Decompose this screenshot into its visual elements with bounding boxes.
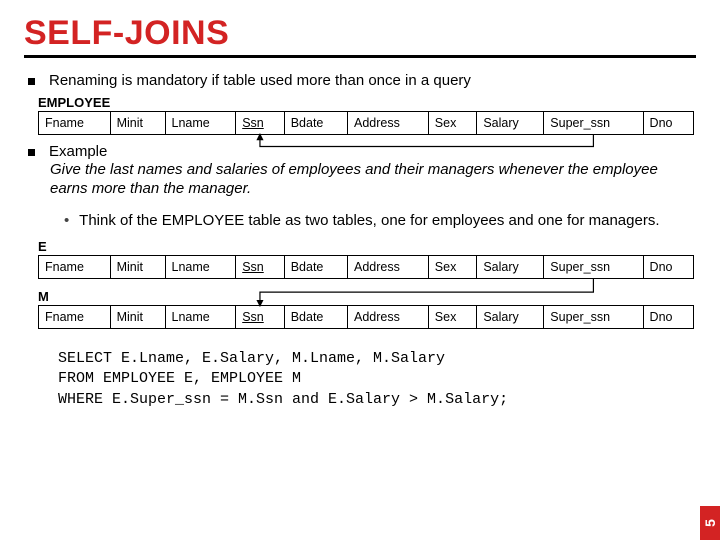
col-dno: Dno: [643, 112, 693, 135]
employee-schema-table: Fname Minit Lname Ssn Bdate Address Sex …: [38, 111, 694, 135]
table-label-employee: EMPLOYEE: [38, 95, 696, 110]
col-super-ssn: Super_ssn: [544, 306, 643, 329]
example-body: Give the last names and salaries of empl…: [50, 160, 696, 198]
col-sex: Sex: [428, 256, 477, 279]
col-salary: Salary: [477, 306, 544, 329]
example-heading: Example: [49, 143, 107, 160]
square-bullet-icon: [28, 78, 35, 85]
col-ssn: Ssn: [236, 112, 285, 135]
table-label-e: E: [38, 239, 696, 254]
col-minit: Minit: [110, 256, 165, 279]
col-super-ssn: Super_ssn: [544, 112, 643, 135]
dot-bullet-icon: •: [64, 212, 69, 229]
sub-bullet: • Think of the EMPLOYEE table as two tab…: [64, 212, 696, 231]
col-lname: Lname: [165, 306, 236, 329]
col-salary: Salary: [477, 112, 544, 135]
sql-line-3: WHERE E.Super_ssn = M.Ssn and E.Salary >…: [58, 391, 508, 408]
page-number-badge: 5: [700, 506, 720, 540]
col-bdate: Bdate: [284, 112, 347, 135]
col-address: Address: [348, 256, 429, 279]
col-fname: Fname: [39, 306, 111, 329]
col-bdate: Bdate: [284, 306, 347, 329]
bullet-1: Renaming is mandatory if table used more…: [28, 72, 696, 89]
sub-bullet-text: Think of the EMPLOYEE table as two table…: [79, 212, 659, 229]
col-address: Address: [348, 306, 429, 329]
col-lname: Lname: [165, 112, 236, 135]
table-row: Fname Minit Lname Ssn Bdate Address Sex …: [39, 112, 694, 135]
table-label-m: M: [38, 289, 696, 304]
square-bullet-icon: [28, 149, 35, 156]
col-fname: Fname: [39, 112, 111, 135]
sql-block: SELECT E.Lname, E.Salary, M.Lname, M.Sal…: [58, 349, 696, 410]
col-sex: Sex: [428, 306, 477, 329]
bullet-2: Example: [28, 143, 696, 160]
col-fname: Fname: [39, 256, 111, 279]
col-salary: Salary: [477, 256, 544, 279]
col-super-ssn: Super_ssn: [544, 256, 643, 279]
page-number: 5: [702, 519, 718, 527]
col-address: Address: [348, 112, 429, 135]
slide-title: SELF-JOINS: [24, 14, 696, 53]
title-rule: [24, 55, 696, 58]
bullet-1-text: Renaming is mandatory if table used more…: [49, 72, 471, 89]
slide: SELF-JOINS Renaming is mandatory if tabl…: [0, 0, 720, 540]
e-schema-table: Fname Minit Lname Ssn Bdate Address Sex …: [38, 255, 694, 279]
table-row: Fname Minit Lname Ssn Bdate Address Sex …: [39, 306, 694, 329]
col-dno: Dno: [643, 256, 693, 279]
col-ssn: Ssn: [236, 256, 285, 279]
col-ssn: Ssn: [236, 306, 285, 329]
col-minit: Minit: [110, 306, 165, 329]
col-dno: Dno: [643, 306, 693, 329]
col-lname: Lname: [165, 256, 236, 279]
sql-line-1: SELECT E.Lname, E.Salary, M.Lname, M.Sal…: [58, 350, 445, 367]
col-sex: Sex: [428, 112, 477, 135]
table-row: Fname Minit Lname Ssn Bdate Address Sex …: [39, 256, 694, 279]
col-minit: Minit: [110, 112, 165, 135]
sql-line-2: FROM EMPLOYEE E, EMPLOYEE M: [58, 370, 301, 387]
m-schema-table: Fname Minit Lname Ssn Bdate Address Sex …: [38, 305, 694, 329]
col-bdate: Bdate: [284, 256, 347, 279]
